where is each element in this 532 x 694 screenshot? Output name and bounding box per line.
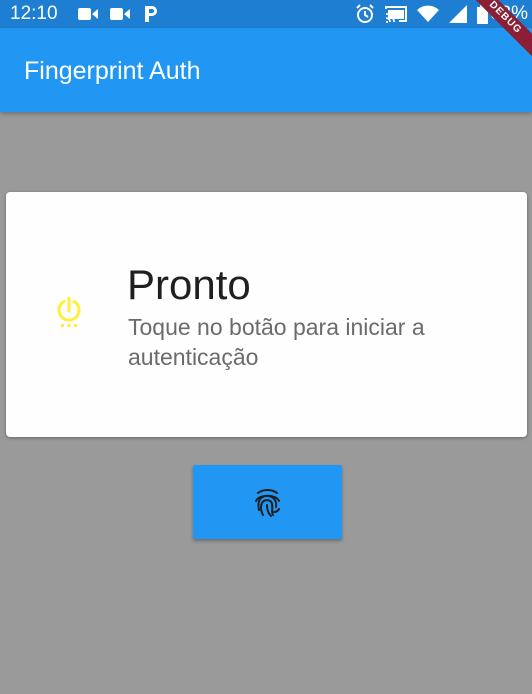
signal-icon: [449, 5, 467, 23]
status-time: 12:10: [10, 3, 58, 24]
app-title: Fingerprint Auth: [24, 57, 201, 85]
status-title: Pronto: [127, 261, 251, 308]
status-message: Toque no botão para iniciar a autenticaç…: [128, 314, 425, 370]
app-bar: Fingerprint Auth: [0, 28, 532, 112]
video-camera-icon: [110, 8, 130, 20]
cast-icon: [385, 6, 407, 23]
wifi-icon: [417, 5, 439, 22]
status-card: Pronto Toque no botão para iniciar a aut…: [6, 192, 527, 437]
video-camera-icon: [78, 8, 98, 20]
status-left-icons: [78, 3, 160, 25]
status-bar: 12:10 DEBUG: [0, 0, 532, 63]
fingerprint-auth-button[interactable]: [193, 465, 342, 539]
alarm-icon: [356, 4, 374, 23]
fingerprint-icon: [255, 489, 280, 517]
status-right-icons: [355, 3, 488, 25]
power-icon: [57, 296, 81, 327]
parking-icon: [145, 6, 157, 22]
